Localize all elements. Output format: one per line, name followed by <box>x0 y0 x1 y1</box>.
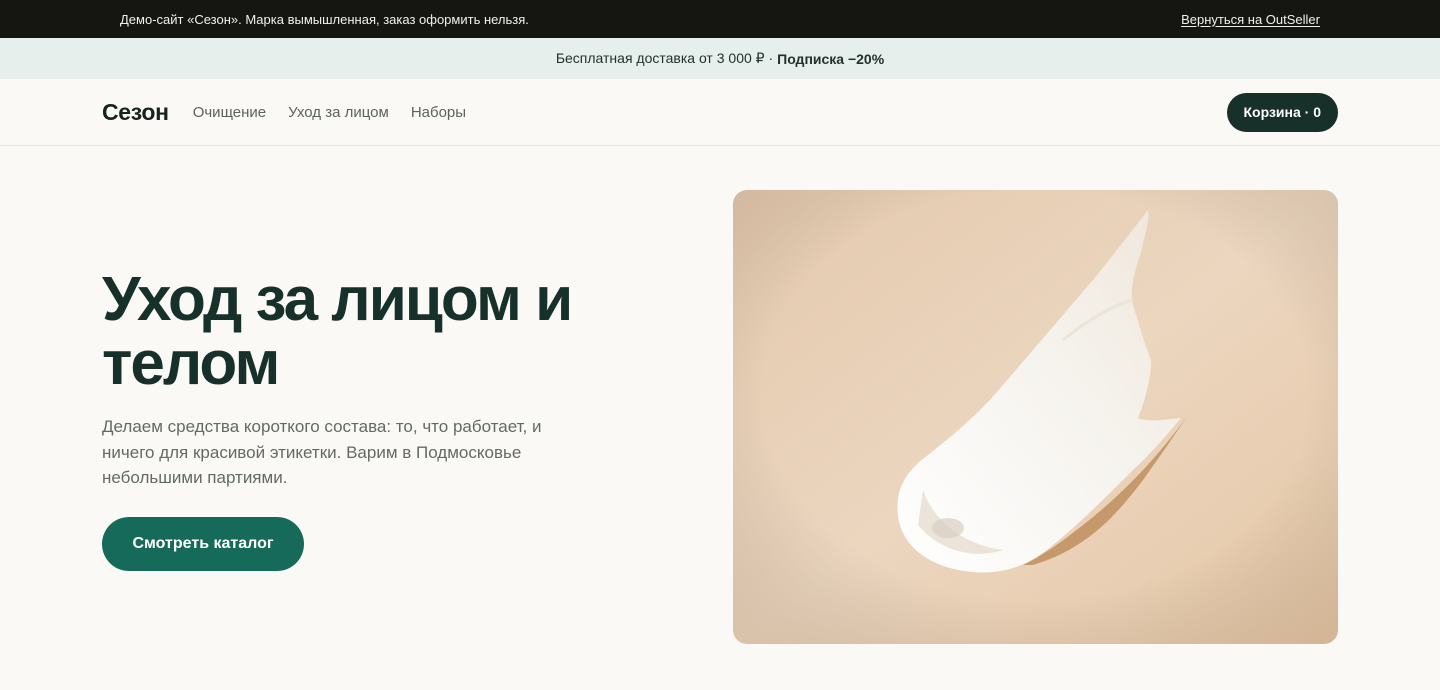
nav-item-sets[interactable]: Наборы <box>411 104 466 121</box>
hero-subtitle: Делаем средства короткого состава: то, ч… <box>102 417 542 487</box>
hero-section: Уход за лицом и телом Делаем средства ко… <box>0 146 1440 689</box>
view-catalog-button[interactable]: Смотреть каталог <box>102 516 304 571</box>
cream-swatch-image <box>733 190 1338 644</box>
nav-item-face-care[interactable]: Уход за лицом <box>288 104 389 121</box>
hero-title: Уход за лицом и телом <box>102 268 622 396</box>
site-header: Сезон Очищение Уход за лицом Наборы Корз… <box>0 79 1440 146</box>
demo-notice-text: Демо-сайт «Сезон». Марка вымышленная, за… <box>120 11 529 27</box>
hero-text: Уход за лицом и телом Делаем средства ко… <box>102 268 622 571</box>
back-to-outseller-link[interactable]: Вернуться на OutSeller <box>1181 12 1320 27</box>
hero-title-line-1: Уход за лицом и <box>102 265 573 334</box>
hero-title-line-2: телом <box>102 329 280 398</box>
main-nav: Очищение Уход за лицом Наборы <box>193 104 466 121</box>
header-left: Сезон Очищение Уход за лицом Наборы <box>102 99 466 126</box>
nav-item-cleansing[interactable]: Очищение <box>193 104 266 121</box>
site-logo[interactable]: Сезон <box>102 99 169 126</box>
promo-highlight: Подписка −20% <box>777 50 885 67</box>
promo-bar: Бесплатная доставка от 3 000 ₽ · Подписк… <box>0 38 1440 79</box>
demo-notice-bar: Демо-сайт «Сезон». Марка вымышленная, за… <box>0 0 1440 38</box>
promo-text: Бесплатная доставка от 3 000 ₽ · <box>555 50 774 66</box>
cart-button[interactable]: Корзина · 0 <box>1226 92 1338 132</box>
cream-swatch-illustration <box>733 190 1338 644</box>
